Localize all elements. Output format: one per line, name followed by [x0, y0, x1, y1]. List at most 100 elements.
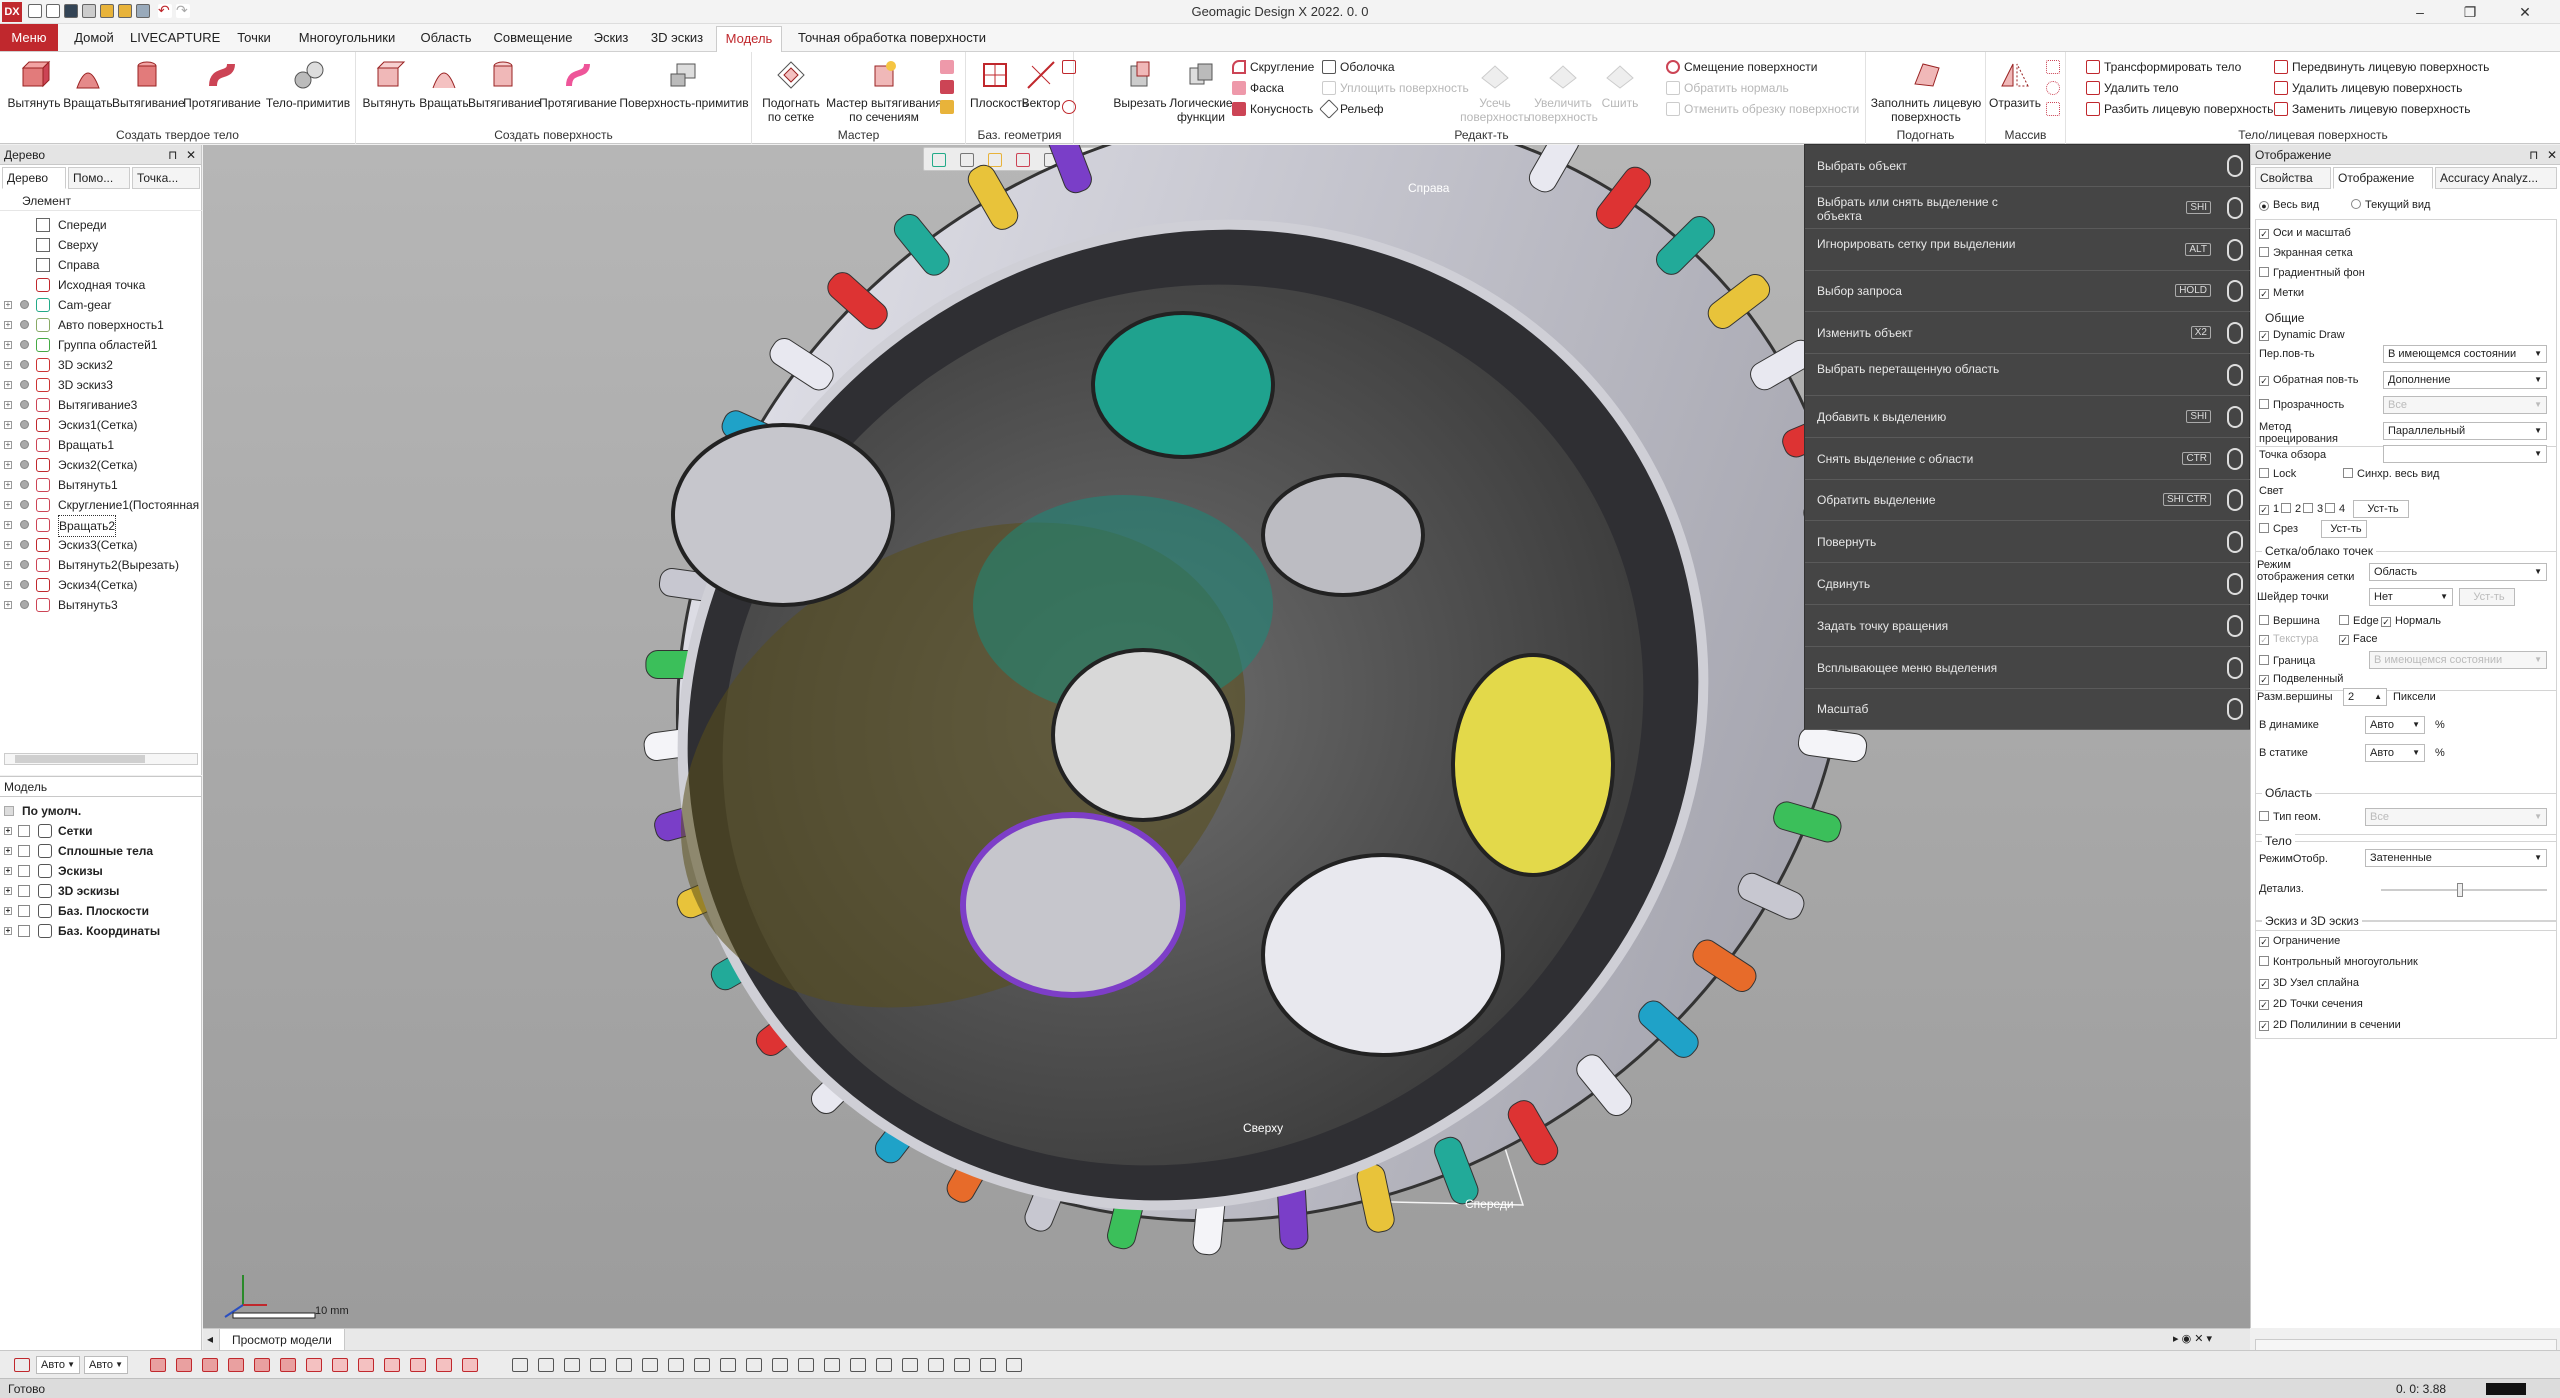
selection-mode-icon[interactable] [332, 1358, 348, 1372]
solid-revolve-button[interactable]: Вращать [58, 58, 118, 110]
expand-icon[interactable]: + [4, 521, 12, 529]
selection-menu-item[interactable]: Обратить выделение SHI CTR [1805, 479, 2251, 522]
radio-all-view[interactable]: ● Весь вид [2259, 199, 2319, 211]
expand-icon[interactable]: + [4, 501, 12, 509]
fill-face-button[interactable]: Заполнить лицевую поверхность [1868, 58, 1984, 124]
lock-check[interactable]: Lock [2259, 468, 2296, 480]
selection-filter-icon[interactable] [14, 1358, 30, 1372]
section-set-button[interactable]: Уст-ть [2321, 520, 2367, 538]
selection-menu-item[interactable]: Выбор запроса HOLD [1805, 270, 2251, 313]
mirror-button[interactable]: Отразить [1988, 58, 2042, 110]
visibility-icon[interactable] [20, 300, 29, 309]
snap-filter-icon[interactable] [1006, 1358, 1022, 1372]
visibility-icon[interactable] [20, 480, 29, 489]
tree-scrollbar[interactable] [4, 753, 198, 765]
expand-icon[interactable]: + [4, 401, 12, 409]
selection-mode-icon[interactable] [254, 1358, 270, 1372]
pin-icon[interactable]: ⊓ [168, 145, 177, 165]
tree-scroll-thumb[interactable] [15, 755, 145, 763]
close-panel-icon[interactable]: ✕ [186, 145, 196, 165]
tab-model[interactable]: Модель [716, 26, 782, 53]
tab-sketch[interactable]: Эскиз [584, 26, 638, 52]
snap-filter-icon[interactable] [668, 1358, 684, 1372]
layer-icon[interactable] [18, 865, 30, 877]
reverse-normal-button[interactable]: Обратить нормаль [1666, 79, 1789, 97]
vertex-check[interactable]: Вершина [2259, 615, 2320, 627]
selection-menu-item[interactable]: Масштаб [1805, 688, 2251, 731]
layer-icon[interactable] [18, 825, 30, 837]
selection-menu-item[interactable]: Снять выделение с области CTR [1805, 438, 2251, 480]
expand-icon[interactable]: + [4, 827, 12, 835]
selection-type-select[interactable]: Авто ▼ [84, 1356, 128, 1374]
tab-alignment[interactable]: Совмещение [488, 26, 578, 52]
expand-icon[interactable]: + [4, 361, 12, 369]
detail-slider[interactable] [2381, 883, 2547, 897]
expand-icon[interactable]: + [4, 601, 12, 609]
expand-icon[interactable]: + [4, 481, 12, 489]
tab-polygons[interactable]: Многоугольники [290, 26, 404, 52]
light-1-check[interactable]: ✓ 1 [2259, 503, 2279, 515]
visibility-icon[interactable] [20, 580, 29, 589]
snap-filter-icon[interactable] [720, 1358, 736, 1372]
light-2-check[interactable]: 2 [2281, 503, 2301, 515]
transparency-check[interactable]: Прозрачность [2259, 399, 2344, 411]
light-3-check[interactable]: 3 [2303, 503, 2323, 515]
expand-icon[interactable]: + [4, 421, 12, 429]
sketch-option-check[interactable]: ✓ Ограничение [2259, 935, 2340, 947]
visibility-icon[interactable] [20, 360, 29, 369]
selection-mode-icon[interactable] [436, 1358, 452, 1372]
visibility-icon[interactable] [20, 400, 29, 409]
extend-surface-button[interactable]: Увеличить поверхность [1526, 58, 1600, 124]
surface-revolve-button[interactable]: Вращать [414, 58, 474, 110]
tab-scroll-left-icon[interactable]: ◂ [207, 1332, 213, 1346]
expand-icon[interactable]: + [4, 847, 12, 855]
expand-icon[interactable]: + [4, 301, 12, 309]
subdivided-check[interactable]: ✓ Подвеленный [2259, 673, 2343, 685]
surface-primitive-button[interactable]: Поверхность-примитив [618, 58, 750, 110]
loft-wizard-button[interactable]: Мастер вытягивания по сечениям [824, 58, 944, 124]
snap-filter-icon[interactable] [902, 1358, 918, 1372]
expand-icon[interactable]: + [4, 867, 12, 875]
snap-filter-icon[interactable] [616, 1358, 632, 1372]
selection-menu-item[interactable]: Добавить к выделению SHI [1805, 396, 2251, 438]
radio-current-view[interactable]: Текущий вид [2351, 199, 2430, 211]
snap-filter-icon[interactable] [980, 1358, 996, 1372]
selection-mode-icon[interactable] [384, 1358, 400, 1372]
surface-extrude-button[interactable]: Вытянуть [360, 58, 418, 110]
visibility-icon[interactable] [20, 600, 29, 609]
expand-icon[interactable]: + [4, 927, 12, 935]
light-4-check[interactable]: 4 [2325, 503, 2345, 515]
vertex-size-spinner[interactable]: 2 ▲ [2343, 688, 2387, 706]
snap-filter-icon[interactable] [772, 1358, 788, 1372]
normal-check[interactable]: ✓ Нормаль [2381, 615, 2441, 627]
tab-display[interactable]: Отображение [2333, 167, 2433, 189]
detail-slider-thumb[interactable] [2457, 883, 2463, 897]
expand-icon[interactable]: + [4, 561, 12, 569]
expand-icon[interactable]: + [4, 341, 12, 349]
fillet-button[interactable]: Скругление [1232, 58, 1314, 76]
back-surface-select[interactable]: Дополнение ▼ [2383, 371, 2547, 389]
tab-model-view[interactable]: Просмотр модели [219, 1329, 345, 1351]
selection-menu-item[interactable]: Изменить объект X2 [1805, 312, 2251, 355]
viewpoint-select[interactable]: ▼ [2383, 445, 2547, 463]
selection-mode-icon[interactable] [150, 1358, 166, 1372]
display-option-check[interactable]: Градиентный фон [2259, 267, 2365, 279]
wizard-extra-1-icon[interactable] [940, 58, 958, 76]
snap-filter-icon[interactable] [824, 1358, 840, 1372]
snap-filter-icon[interactable] [538, 1358, 554, 1372]
back-surface-check[interactable]: ✓ Обратная пов-ть [2259, 374, 2358, 386]
visibility-icon[interactable] [20, 500, 29, 509]
minimize-icon[interactable]: – [2400, 2, 2440, 22]
selection-menu-item[interactable]: Задать точку вращения [1805, 605, 2251, 647]
snap-filter-icon[interactable] [642, 1358, 658, 1372]
selection-mode-icon[interactable] [202, 1358, 218, 1372]
expand-icon[interactable]: + [4, 441, 12, 449]
visibility-icon[interactable] [20, 380, 29, 389]
move-face-button[interactable]: Передвинуть лицевую поверхность [2274, 58, 2489, 76]
tab-3d-sketch[interactable]: 3D эскиз [646, 26, 708, 52]
boolean-button[interactable]: Логические функции [1164, 58, 1238, 124]
selection-menu-item[interactable]: Выбрать перетащенную область [1805, 354, 2251, 396]
trim-surface-button[interactable]: Усечь поверхность [1460, 58, 1530, 124]
projection-select[interactable]: Параллельный ▼ [2383, 422, 2547, 440]
plane-button[interactable]: Плоскость [970, 58, 1028, 110]
